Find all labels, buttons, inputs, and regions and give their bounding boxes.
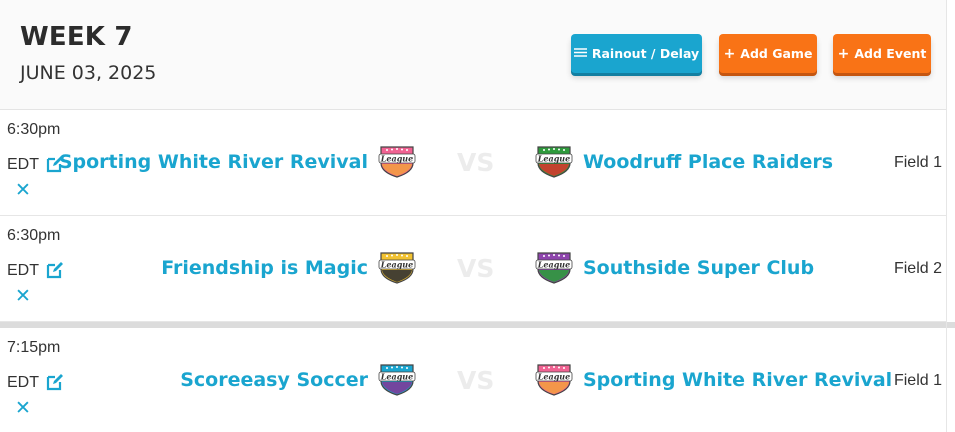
edit-icon[interactable] [45, 260, 65, 280]
delete-icon[interactable]: ✕ [14, 399, 32, 418]
add-game-label: Add Game [740, 46, 813, 61]
week-date: JUNE 03, 2025 [20, 62, 157, 84]
add-game-button[interactable]: + Add Game [719, 34, 817, 73]
game-time: 6:30pm [7, 121, 61, 138]
badge-text: League [537, 371, 570, 381]
field-label: Field 1 [893, 372, 942, 389]
schedule-page: WEEK 7 JUNE 03, 2025 Rainout / Delay + A… [0, 0, 955, 432]
game-row: 6:30pm EDT ✕ Sporting White River Reviva… [0, 110, 946, 216]
away-team-badge-icon: League [535, 250, 573, 284]
badge-text: League [380, 371, 413, 381]
badge-text: League [537, 153, 570, 163]
delete-icon[interactable]: ✕ [14, 181, 32, 200]
badge-text: League [380, 153, 413, 163]
week-header: WEEK 7 JUNE 03, 2025 Rainout / Delay + A… [0, 0, 946, 110]
game-time: 7:15pm [7, 339, 61, 356]
field-label: Field 1 [893, 154, 942, 171]
home-team-badge-icon: League [378, 362, 416, 396]
game-timezone: EDT [7, 262, 39, 279]
right-border [946, 0, 947, 432]
game-timezone: EDT [7, 156, 39, 173]
away-team-badge-icon: League [535, 362, 573, 396]
away-team-name[interactable]: Woodruff Place Raiders [583, 151, 833, 173]
rainout-delay-label: Rainout / Delay [591, 46, 700, 61]
field-label: Field 2 [893, 260, 942, 277]
add-event-label: Add Event [854, 46, 927, 61]
plus-icon: + [723, 45, 736, 62]
vs-label: VS [457, 366, 495, 395]
game-row: 7:15pm EDT ✕ Scoreeasy Soccer League VS … [0, 328, 946, 432]
add-event-button[interactable]: + Add Event [833, 34, 931, 73]
delete-icon[interactable]: ✕ [14, 287, 32, 306]
game-time: 6:30pm [7, 227, 61, 244]
away-team-badge-icon: League [535, 144, 573, 178]
waves-icon [573, 47, 587, 61]
badge-text: League [537, 259, 570, 269]
edit-icon[interactable] [45, 372, 65, 392]
away-team-name[interactable]: Sporting White River Revival [583, 369, 892, 391]
game-row: 6:30pm EDT ✕ Friendship is Magic League … [0, 216, 946, 322]
game-timezone: EDT [7, 374, 39, 391]
vs-label: VS [457, 148, 495, 177]
rainout-delay-button[interactable]: Rainout / Delay [571, 34, 702, 73]
vs-label: VS [457, 254, 495, 283]
home-team-badge-icon: League [378, 250, 416, 284]
plus-icon: + [837, 45, 850, 62]
badge-text: League [380, 259, 413, 269]
week-title: WEEK 7 [20, 22, 133, 52]
home-team-name[interactable]: Friendship is Magic [161, 257, 368, 279]
home-team-badge-icon: League [378, 144, 416, 178]
away-team-name[interactable]: Southside Super Club [583, 257, 814, 279]
home-team-name[interactable]: Sporting White River Revival [59, 151, 368, 173]
home-team-name[interactable]: Scoreeasy Soccer [180, 369, 368, 391]
